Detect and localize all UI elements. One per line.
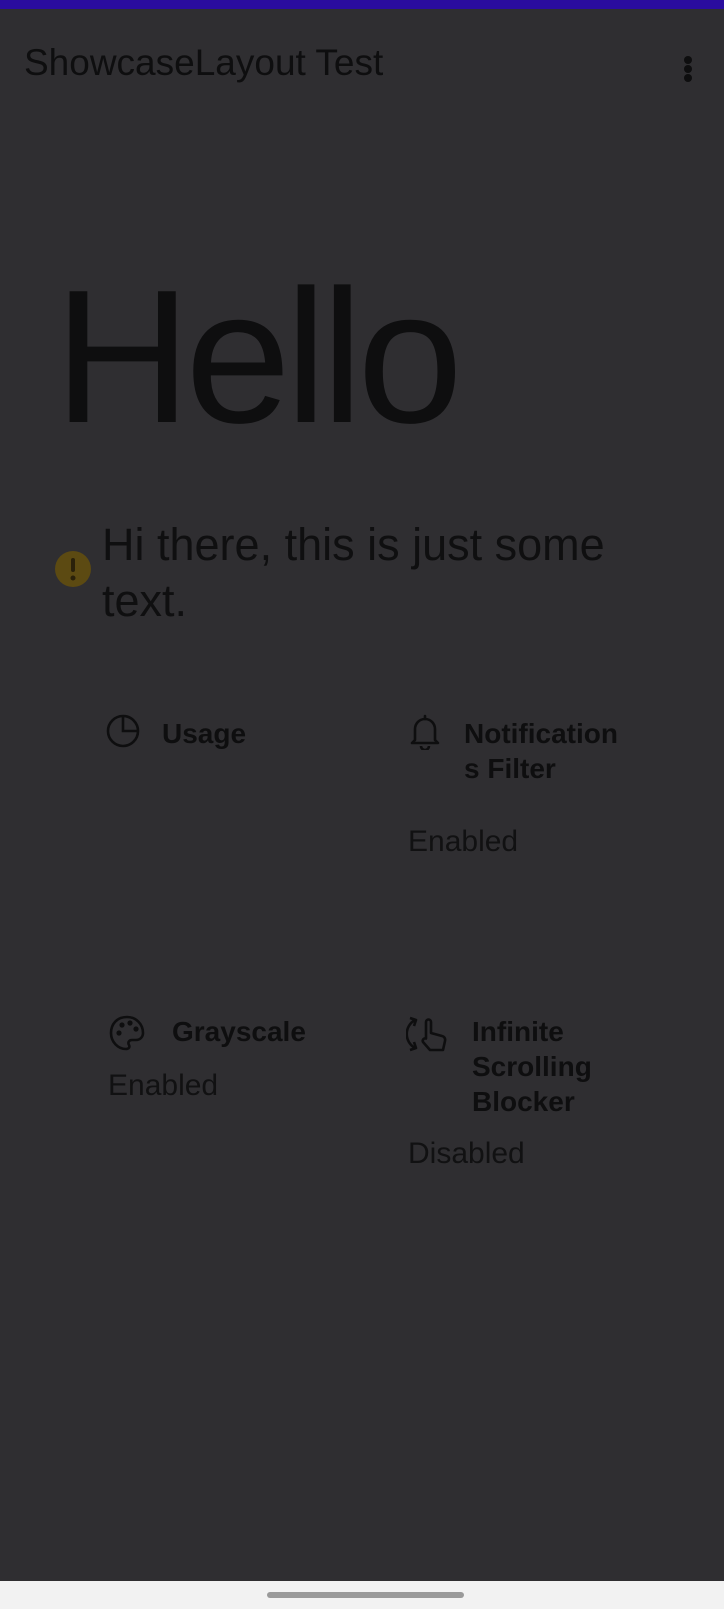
- tile-title: Grayscale: [172, 1016, 306, 1047]
- pie-chart-icon: [104, 712, 142, 755]
- tile-title: Infinite Scrolling Blocker: [472, 1016, 592, 1117]
- tile-title: Notifications Filter: [464, 718, 618, 784]
- tile-status: Enabled: [108, 1069, 219, 1102]
- tile-status: Enabled: [408, 825, 519, 858]
- app-bar: ShowcaseLayout Test: [0, 9, 724, 117]
- tile-title: Usage: [162, 718, 247, 749]
- app-title: ShowcaseLayout Test: [24, 42, 384, 83]
- tile-notifications-filter[interactable]: Notifications Filter Enabled: [406, 712, 646, 862]
- overflow-menu-button[interactable]: [666, 47, 710, 91]
- tile-grayscale[interactable]: Grayscale Enabled: [108, 1014, 348, 1124]
- hello-headline: Hello: [54, 251, 463, 463]
- intro-text: Hi there, this is just some text.: [102, 519, 605, 626]
- navigation-bar: [0, 1581, 724, 1609]
- more-vert-icon: [684, 56, 692, 82]
- tile-infinite-scrolling-blocker[interactable]: Infinite Scrolling Blocker Disabled: [405, 1014, 646, 1194]
- palette-icon: [108, 1014, 146, 1057]
- status-bar-strip: [0, 0, 724, 9]
- tile-status: Disabled: [408, 1137, 525, 1170]
- tile-usage[interactable]: Usage: [104, 712, 344, 772]
- swipe-hand-icon: [405, 1014, 452, 1061]
- warning-icon: [55, 551, 91, 587]
- bell-icon: [406, 712, 444, 755]
- gesture-handle[interactable]: [267, 1592, 464, 1598]
